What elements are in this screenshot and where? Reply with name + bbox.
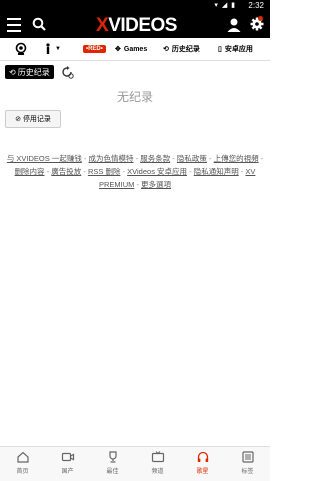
tab-tags[interactable]: 标签 xyxy=(225,447,270,481)
category-bar: ▼ •RED• ✥ Games ⟲ 历史纪录 ▯ 安卓应用 xyxy=(0,38,270,61)
tab-channels[interactable]: 频道 xyxy=(135,447,180,481)
gamepad-icon: ✥ xyxy=(115,46,121,53)
footer-link[interactable]: 更多選項 xyxy=(141,180,171,189)
footer-link[interactable]: 隐私政策 xyxy=(177,154,207,163)
empty-state-text: 无纪录 xyxy=(116,90,153,104)
history-tab[interactable]: ⟲ 历史纪录 xyxy=(163,42,200,56)
history-icon: ⟲ xyxy=(163,46,169,53)
android-app-button[interactable]: ▯ 安卓应用 xyxy=(218,42,253,56)
status-icons: ▾ ◢ ▮ xyxy=(214,2,236,9)
video-icon xyxy=(61,452,74,462)
list-icon xyxy=(241,451,254,463)
phone-icon: ▯ xyxy=(218,46,222,53)
footer-link[interactable]: RSS 删除 xyxy=(88,167,121,176)
headphones-icon xyxy=(197,451,208,462)
footer-link[interactable]: 服务条款 xyxy=(140,154,170,163)
games-button[interactable]: ✥ Games xyxy=(115,42,147,56)
red-badge-button[interactable]: •RED• xyxy=(83,42,106,56)
footer-link[interactable]: 删除内容 xyxy=(15,167,45,176)
site-logo[interactable]: XVIDEOS xyxy=(96,15,177,37)
chevron-down-icon: ▼ xyxy=(55,46,61,52)
footer-link[interactable]: 成为色情模特 xyxy=(89,154,134,163)
home-icon xyxy=(16,451,29,463)
search-icon[interactable] xyxy=(32,17,46,31)
status-time: 2:32 xyxy=(248,1,264,10)
tab-home[interactable]: 首页 xyxy=(0,447,45,481)
footer-link[interactable]: 上傳您的視頻 xyxy=(214,154,259,163)
footer-link[interactable]: XVideos 安卓应用 xyxy=(127,167,187,176)
footer-link[interactable]: 与 XVIDEOS 一起赚钱 xyxy=(7,154,82,163)
footer-link[interactable]: 隐私通知声明 xyxy=(194,167,239,176)
notification-dot xyxy=(258,16,263,21)
webcam-icon[interactable] xyxy=(14,42,28,56)
person-icon xyxy=(46,43,50,54)
tv-icon xyxy=(151,451,164,463)
history-icon: ⟲ xyxy=(9,67,16,77)
footer-link[interactable]: 廣告投放 xyxy=(51,167,81,176)
status-bar: ▾ ◢ ▮ 2:32 xyxy=(0,0,270,12)
tab-best[interactable]: 最佳 xyxy=(90,447,135,481)
block-icon: ⊘ xyxy=(15,116,21,123)
footer-links: 与 XVIDEOS 一起赚钱 - 成为色情模特 - 服务条款 - 隐私政策 - … xyxy=(6,154,264,189)
disable-history-button[interactable]: ⊘ 停用记录 xyxy=(5,110,61,128)
trophy-icon xyxy=(108,451,117,463)
menu-icon[interactable] xyxy=(7,18,21,32)
history-button[interactable]: ⟲ 历史纪录 xyxy=(5,65,54,79)
user-icon[interactable] xyxy=(226,17,242,33)
tab-domestic[interactable]: 国产 xyxy=(45,447,90,481)
app-header: XVIDEOS xyxy=(0,12,270,38)
tab-pornstars[interactable]: 歌星 xyxy=(180,447,225,481)
bottom-tab-bar: 首页 国产 最佳 频道 歌星 标签 xyxy=(0,446,270,481)
gender-filter[interactable]: ▼ xyxy=(44,42,61,56)
history-reset-icon[interactable] xyxy=(60,65,74,79)
